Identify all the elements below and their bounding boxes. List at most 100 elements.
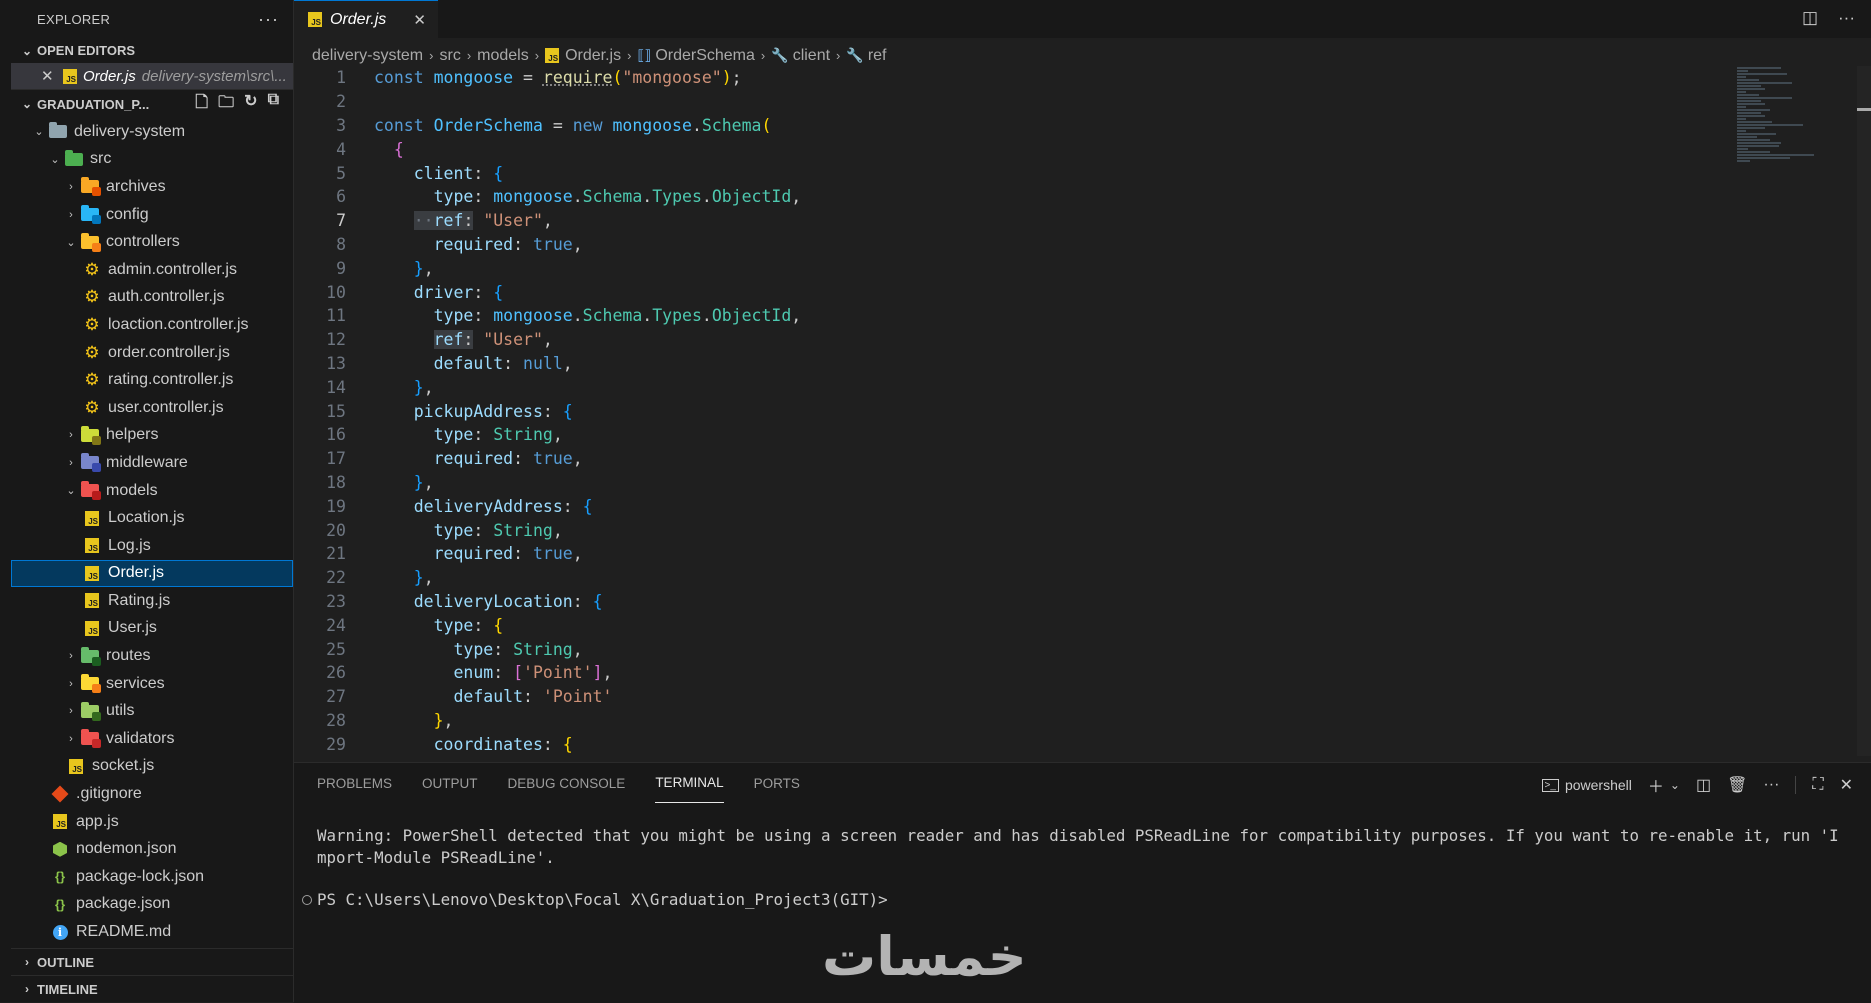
code-line: 2 — [294, 90, 1694, 114]
line-number: 19 — [326, 496, 346, 516]
code-line: 26 enum: ['Point'], — [294, 661, 1694, 685]
tree-folder-delivery-system[interactable]: ⌄ delivery-system — [11, 118, 293, 146]
breadcrumb-item[interactable]: ref — [868, 47, 887, 65]
code-line: 22 }, — [294, 566, 1694, 590]
tree-folder-utils[interactable]: › utils — [11, 697, 293, 725]
tree-file-user-controller[interactable]: ⚙ user.controller.js — [11, 394, 293, 422]
code-line: 13 default: null, — [294, 352, 1694, 376]
tree-folder-helpers[interactable]: › helpers — [11, 422, 293, 450]
tree-folder-config[interactable]: › config — [11, 201, 293, 229]
breadcrumb-item[interactable]: client — [793, 47, 830, 65]
line-number: 16 — [326, 425, 346, 445]
chevron-down-icon[interactable]: ⌄ — [1670, 778, 1680, 792]
tree-label: archives — [106, 177, 166, 195]
tree-file-auth-controller[interactable]: ⚙ auth.controller.js — [11, 284, 293, 312]
tree-folder-routes[interactable]: › routes — [11, 642, 293, 670]
tree-folder-controllers[interactable]: ⌄ controllers — [11, 228, 293, 256]
line-number: 2 — [336, 92, 346, 112]
tab-ports[interactable]: PORTS — [754, 763, 800, 803]
folder-helpers-icon — [81, 425, 101, 445]
editor-scrollbar[interactable] — [1857, 66, 1871, 756]
open-editors-header[interactable]: ⌄ OPEN EDITORS — [11, 38, 293, 63]
new-terminal-icon[interactable]: ＋ — [1648, 773, 1664, 797]
outline-header[interactable]: › OUTLINE — [11, 948, 293, 975]
breadcrumb-item[interactable]: Order.js — [565, 47, 621, 65]
code-line: 9 }, — [294, 256, 1694, 280]
editor-tab-order-js[interactable]: JS Order.js ✕ — [294, 0, 438, 38]
tree-folder-validators[interactable]: › validators — [11, 725, 293, 753]
tree-file-order-js[interactable]: JS Order.js — [11, 559, 293, 588]
code-editor[interactable]: 1 const mongoose = require("mongoose"); 2… — [294, 66, 1694, 762]
line-number: 5 — [336, 163, 346, 183]
tree-file-rating-js[interactable]: JS Rating.js — [11, 587, 293, 615]
more-actions-icon[interactable]: ··· — [1838, 8, 1855, 28]
close-panel-icon[interactable]: ✕ — [1840, 775, 1853, 795]
split-terminal-icon[interactable]: ◫ — [1696, 775, 1711, 795]
tree-folder-middleware[interactable]: › middleware — [11, 449, 293, 477]
maximize-panel-icon[interactable]: ⛶ — [1812, 776, 1823, 794]
tree-label: src — [90, 150, 112, 168]
code-line: 10 driver: { — [294, 280, 1694, 304]
more-actions-icon[interactable]: ··· — [1763, 776, 1779, 794]
tree-file-gitignore[interactable]: .gitignore — [11, 780, 293, 808]
breadcrumb-item[interactable]: models — [477, 47, 529, 65]
split-editor-icon[interactable]: ◫ — [1802, 8, 1818, 28]
npm-json-icon: {} — [54, 869, 66, 885]
trash-icon[interactable]: 🗑 — [1727, 775, 1747, 795]
tree-label: loaction.controller.js — [108, 315, 249, 333]
more-actions-icon[interactable]: ··· — [258, 9, 279, 30]
tree-folder-archives[interactable]: › archives — [11, 173, 293, 201]
code-line: 8 required: true, — [294, 233, 1694, 257]
breadcrumb-item[interactable]: OrderSchema — [655, 47, 755, 65]
tree-file-readme[interactable]: i README.md — [11, 918, 293, 946]
tree-file-package-lock-json[interactable]: {} package-lock.json — [11, 863, 293, 891]
tree-file-socket-js[interactable]: JS socket.js — [11, 753, 293, 781]
tree-file-log-js[interactable]: JS Log.js — [11, 532, 293, 560]
code-line: 18 }, — [294, 471, 1694, 495]
terminal-icon: >_ — [1541, 778, 1559, 792]
tree-label: controllers — [106, 233, 180, 251]
timeline-header[interactable]: › TIMELINE — [11, 975, 293, 1002]
tree-file-user-js[interactable]: JS User.js — [11, 615, 293, 643]
terminal-output[interactable]: Warning: PowerShell detected that you mi… — [294, 825, 1847, 911]
tree-file-rating-controller[interactable]: ⚙ rating.controller.js — [11, 366, 293, 394]
folder-src-icon — [65, 149, 83, 167]
code-line: 27 default: 'Point' — [294, 685, 1694, 709]
tree-file-nodemon-json[interactable]: nodemon.json — [11, 835, 293, 863]
breadcrumb-item[interactable]: src — [439, 47, 460, 65]
tree-folder-src[interactable]: ⌄ src — [11, 146, 293, 174]
tree-file-location-js[interactable]: JS Location.js — [11, 504, 293, 532]
minimap[interactable] — [1737, 66, 1847, 206]
tree-file-app-js[interactable]: JS app.js — [11, 808, 293, 836]
new-file-icon[interactable]: 🗋 — [195, 91, 208, 118]
close-icon[interactable]: ✕ — [41, 67, 63, 85]
gear-icon: ⚙ — [84, 259, 100, 279]
refresh-icon[interactable]: ↻ — [244, 91, 257, 118]
line-number: 20 — [326, 520, 346, 540]
new-folder-icon[interactable]: 🗀 — [218, 91, 234, 118]
tree-folder-services[interactable]: › services — [11, 670, 293, 698]
tab-terminal[interactable]: TERMINAL — [655, 763, 724, 803]
tree-file-package-json[interactable]: {} package.json — [11, 891, 293, 919]
gear-icon: ⚙ — [84, 314, 100, 334]
tab-output[interactable]: OUTPUT — [422, 763, 478, 803]
line-number: 23 — [326, 591, 346, 611]
tree-file-admin-controller[interactable]: ⚙ admin.controller.js — [11, 256, 293, 284]
chevron-right-icon: › — [69, 429, 73, 442]
tree-label: Order.js — [108, 564, 165, 582]
breadcrumb-item[interactable]: delivery-system — [312, 47, 423, 65]
tree-folder-models[interactable]: ⌄ models — [11, 477, 293, 505]
terminal-shell-selector[interactable]: >_ powershell — [1541, 777, 1632, 793]
code-line: 6 type: mongoose.Schema.Types.ObjectId, — [294, 185, 1694, 209]
tab-problems[interactable]: PROBLEMS — [317, 763, 392, 803]
code-line: 23 deliveryLocation: { — [294, 590, 1694, 614]
tree-file-loaction-controller[interactable]: ⚙ loaction.controller.js — [11, 311, 293, 339]
collapse-all-icon[interactable]: ⧉ — [268, 91, 279, 118]
tree-file-order-controller[interactable]: ⚙ order.controller.js — [11, 339, 293, 367]
project-header[interactable]: ⌄ GRADUATION_P... 🗋 🗀 ↻ ⧉ — [11, 89, 293, 118]
close-icon[interactable]: ✕ — [413, 11, 426, 29]
tree-label: Location.js — [108, 509, 185, 527]
open-editor-item[interactable]: ✕ JS Order.js delivery-system\src\... — [11, 63, 293, 89]
tab-debug-console[interactable]: DEBUG CONSOLE — [508, 763, 626, 803]
tree-label: helpers — [106, 426, 159, 444]
